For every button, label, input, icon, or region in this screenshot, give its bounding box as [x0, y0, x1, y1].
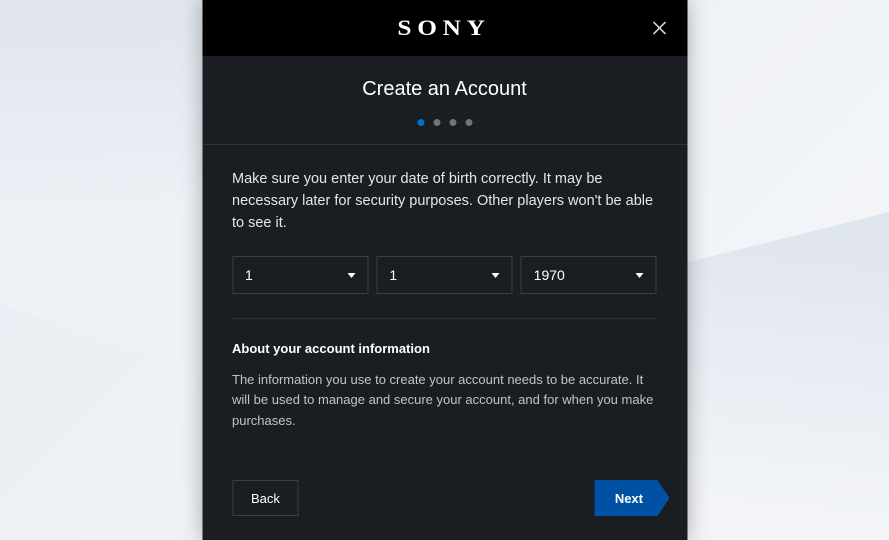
progress-dots [202, 119, 687, 126]
sony-logo: SONY [398, 15, 491, 41]
dob-instructions: Make sure you enter your date of birth c… [232, 169, 657, 234]
progress-dot-4 [465, 119, 472, 126]
dob-year-value: 1970 [534, 267, 565, 283]
progress-dot-2 [433, 119, 440, 126]
chevron-down-icon [636, 273, 644, 278]
progress-dot-3 [449, 119, 456, 126]
dob-month-select[interactable]: 1 [232, 256, 368, 294]
chevron-down-icon [347, 273, 355, 278]
create-account-modal: SONY Create an Account Make sure you ent… [202, 0, 687, 540]
chevron-down-icon [492, 273, 500, 278]
dob-row: 1 1 1970 [232, 256, 657, 294]
dob-month-value: 1 [245, 267, 253, 283]
dob-day-select[interactable]: 1 [376, 256, 512, 294]
modal-footer: Back Next [202, 480, 687, 540]
dob-year-select[interactable]: 1970 [521, 256, 657, 294]
account-info-heading: About your account information [232, 341, 657, 356]
back-button[interactable]: Back [232, 480, 299, 516]
next-button[interactable]: Next [595, 480, 657, 516]
modal-header: SONY [202, 0, 687, 56]
title-area: Create an Account [202, 56, 687, 145]
modal-content: Make sure you enter your date of birth c… [202, 145, 687, 480]
close-button[interactable] [649, 18, 669, 38]
divider [232, 318, 657, 319]
dob-day-value: 1 [389, 267, 397, 283]
account-info-body: The information you use to create your a… [232, 370, 657, 430]
progress-dot-1 [417, 119, 424, 126]
close-icon [651, 20, 667, 36]
page-title: Create an Account [202, 78, 687, 101]
